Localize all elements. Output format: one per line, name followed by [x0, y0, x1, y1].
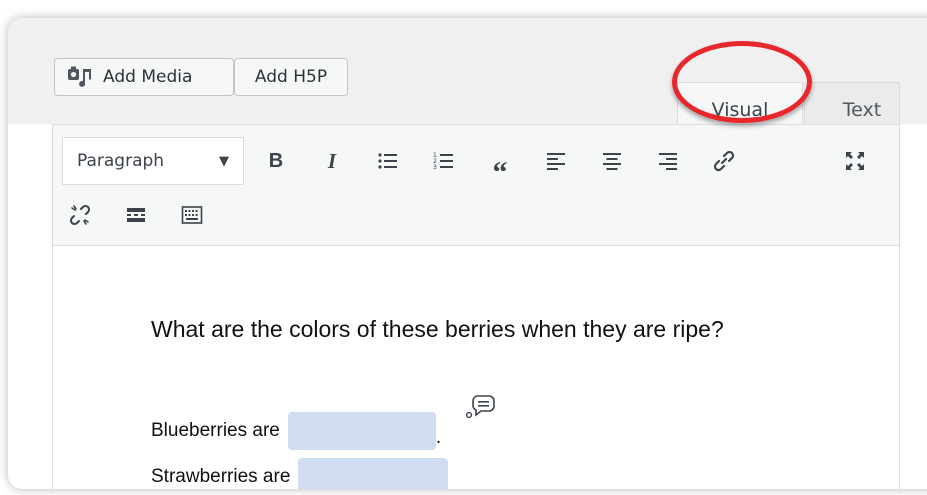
- question-text: What are the colors of these berries whe…: [151, 316, 724, 342]
- unlink-button[interactable]: [62, 197, 98, 233]
- add-h5p-label: Add H5P: [254, 67, 328, 87]
- insert-link-button[interactable]: [706, 143, 742, 179]
- bulleted-list-icon: [378, 153, 397, 169]
- toolbar-toggle-icon: [181, 206, 203, 224]
- align-right-icon: [659, 153, 677, 170]
- add-h5p-button[interactable]: Add H5P: [234, 58, 348, 96]
- align-left-icon: [547, 153, 565, 170]
- editor-content[interactable]: What are the colors of these berries whe…: [53, 246, 899, 489]
- numbered-list-button[interactable]: 1 2 3: [426, 143, 462, 179]
- svg-text:3: 3: [433, 164, 437, 171]
- blockquote-button[interactable]: “: [482, 143, 518, 191]
- blank-row-label: Blueberries are: [151, 420, 280, 441]
- bold-button[interactable]: B: [258, 143, 294, 179]
- blank-input[interactable]: [298, 458, 449, 489]
- read-more-icon: [127, 208, 145, 222]
- align-left-button[interactable]: [538, 143, 574, 179]
- blank-input[interactable]: [287, 412, 436, 450]
- align-center-button[interactable]: [594, 143, 630, 179]
- read-more-button[interactable]: [118, 197, 154, 233]
- format-select-value: Paragraph: [77, 151, 165, 171]
- unlink-icon: [69, 204, 91, 226]
- fullscreen-icon: [846, 152, 864, 170]
- blank-row-label: Strawberries are: [151, 466, 291, 487]
- blank-row-suffix: .: [435, 427, 442, 448]
- editor-card: Add Media Add H5P Visual Text Paragraph …: [8, 18, 927, 489]
- bold-icon: B: [268, 149, 284, 172]
- editor-toolbar: Paragraph ▼ B I 1 2 3 “: [53, 125, 899, 246]
- editor-area: Paragraph ▼ B I 1 2 3 “ What are the col…: [52, 124, 900, 489]
- italic-icon: I: [327, 148, 337, 173]
- tab-text-label: Text: [842, 98, 882, 121]
- link-icon: [713, 150, 735, 172]
- fullscreen-button[interactable]: [837, 143, 873, 179]
- italic-button[interactable]: I: [314, 143, 350, 179]
- toolbar-toggle-button[interactable]: [174, 197, 210, 233]
- numbered-list-icon: 1 2 3: [433, 152, 453, 171]
- blank-row-blueberries: Blueberries are .: [151, 412, 441, 450]
- format-select[interactable]: Paragraph ▼: [62, 137, 244, 185]
- bulleted-list-button[interactable]: [370, 143, 406, 179]
- align-right-button[interactable]: [650, 143, 686, 179]
- blockquote-icon: “: [492, 156, 508, 189]
- chevron-down-icon: ▼: [219, 153, 229, 169]
- media-icon: [68, 66, 91, 87]
- align-center-icon: [603, 153, 621, 170]
- tab-visual-label: Visual: [711, 98, 769, 121]
- comment-icon[interactable]: [465, 394, 495, 420]
- blank-row-strawberries: Strawberries are: [151, 458, 449, 489]
- add-media-label: Add Media: [103, 67, 193, 87]
- add-media-button[interactable]: Add Media: [54, 58, 234, 96]
